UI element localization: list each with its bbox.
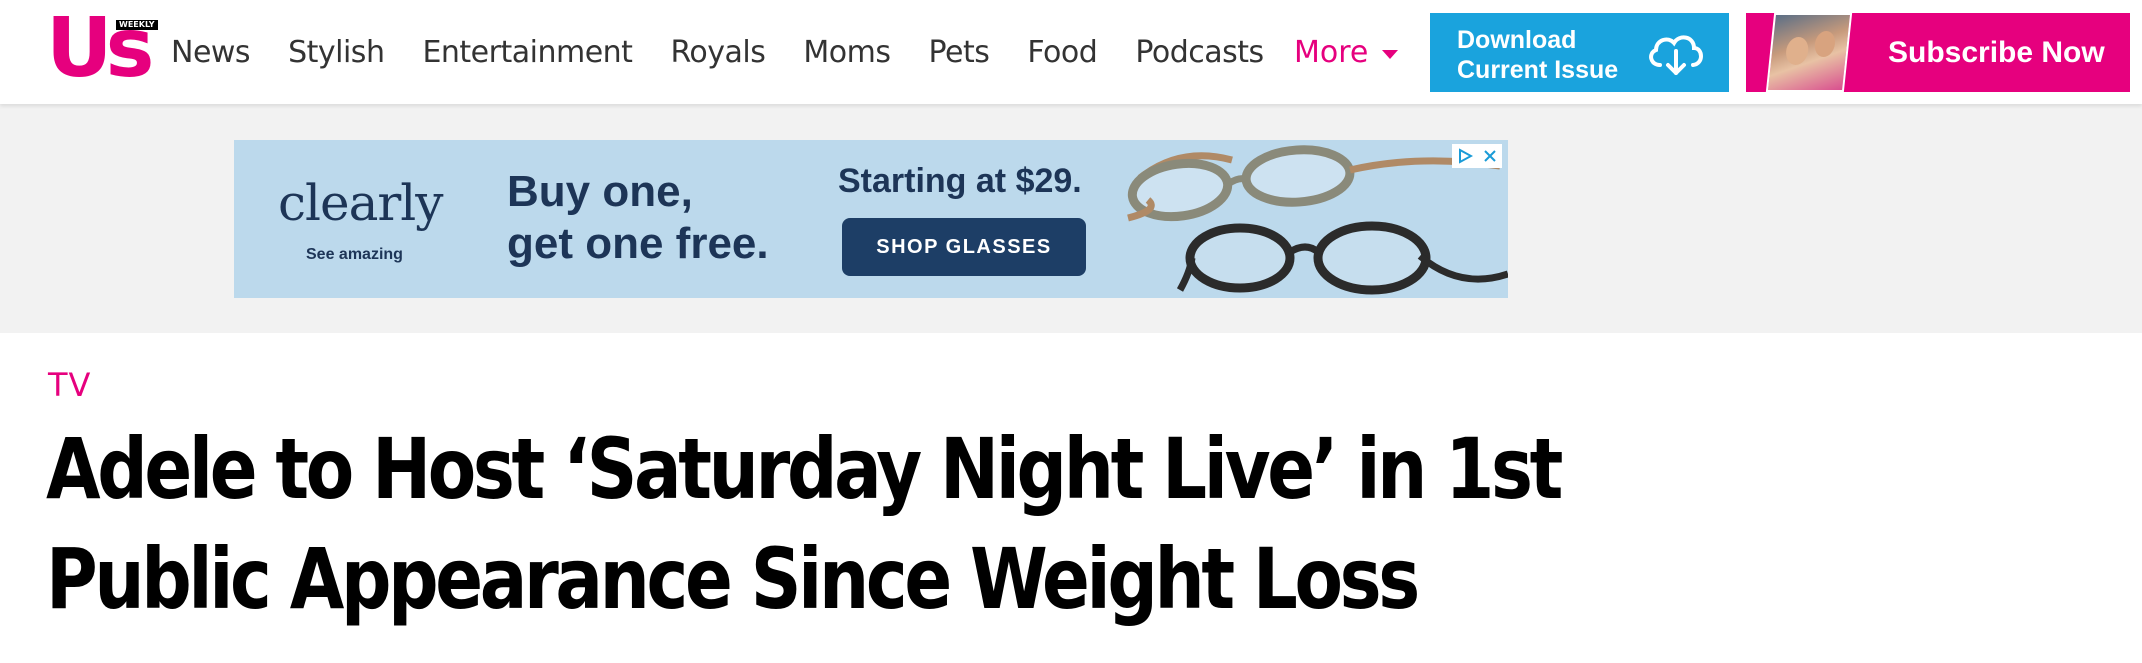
main-nav: News Stylish Entertainment Royals Moms P…: [171, 0, 1302, 104]
nav-item-pets[interactable]: Pets: [929, 35, 990, 70]
nav-item-royals[interactable]: Royals: [670, 35, 765, 70]
nav-item-moms[interactable]: Moms: [803, 35, 891, 70]
subscribe-label: Subscribe Now: [1888, 35, 2105, 69]
more-menu-button[interactable]: More: [1294, 0, 1399, 104]
download-label: Download Current Issue: [1457, 26, 1619, 84]
ad-brand: clearly: [278, 174, 444, 232]
logo-badge: WEEKLY: [116, 20, 158, 30]
nav-item-stylish[interactable]: Stylish: [288, 35, 385, 70]
chevron-down-icon: [1382, 49, 1399, 59]
site-header: Us WEEKLY News Stylish Entertainment Roy…: [0, 0, 2142, 104]
ad-headline: Buy one, get one free.: [507, 167, 769, 268]
subscribe-now-button[interactable]: Subscribe Now: [1746, 13, 2130, 92]
advertisement-banner[interactable]: clearly See amazing Buy one, get one fre…: [234, 140, 1508, 298]
magazine-cover-thumbnail: [1765, 13, 1853, 92]
nav-item-podcasts[interactable]: Podcasts: [1135, 35, 1264, 70]
us-weekly-logo[interactable]: Us WEEKLY: [46, 4, 158, 94]
logo-wordmark: Us: [46, 1, 154, 96]
close-icon[interactable]: [1483, 149, 1497, 163]
more-label: More: [1294, 34, 1369, 70]
nav-item-news[interactable]: News: [171, 35, 251, 70]
adchoices-icon[interactable]: [1457, 148, 1473, 164]
article-title: Adele to Host ‘Saturday Night Live’ in 1…: [46, 420, 1563, 628]
cloud-download-icon: [1649, 35, 1703, 75]
eyeglasses-image: [1127, 145, 1508, 295]
ad-controls: [1452, 144, 1502, 168]
ad-price: Starting at $29.: [838, 162, 1082, 200]
section-label-tv[interactable]: TV: [48, 366, 91, 404]
ad-tagline: See amazing: [306, 246, 403, 263]
download-current-issue-button[interactable]: Download Current Issue: [1430, 13, 1729, 92]
nav-item-entertainment[interactable]: Entertainment: [422, 35, 632, 70]
nav-item-food[interactable]: Food: [1027, 35, 1097, 70]
ad-band: clearly See amazing Buy one, get one fre…: [0, 104, 2142, 333]
shop-glasses-button[interactable]: SHOP GLASSES: [842, 218, 1086, 276]
